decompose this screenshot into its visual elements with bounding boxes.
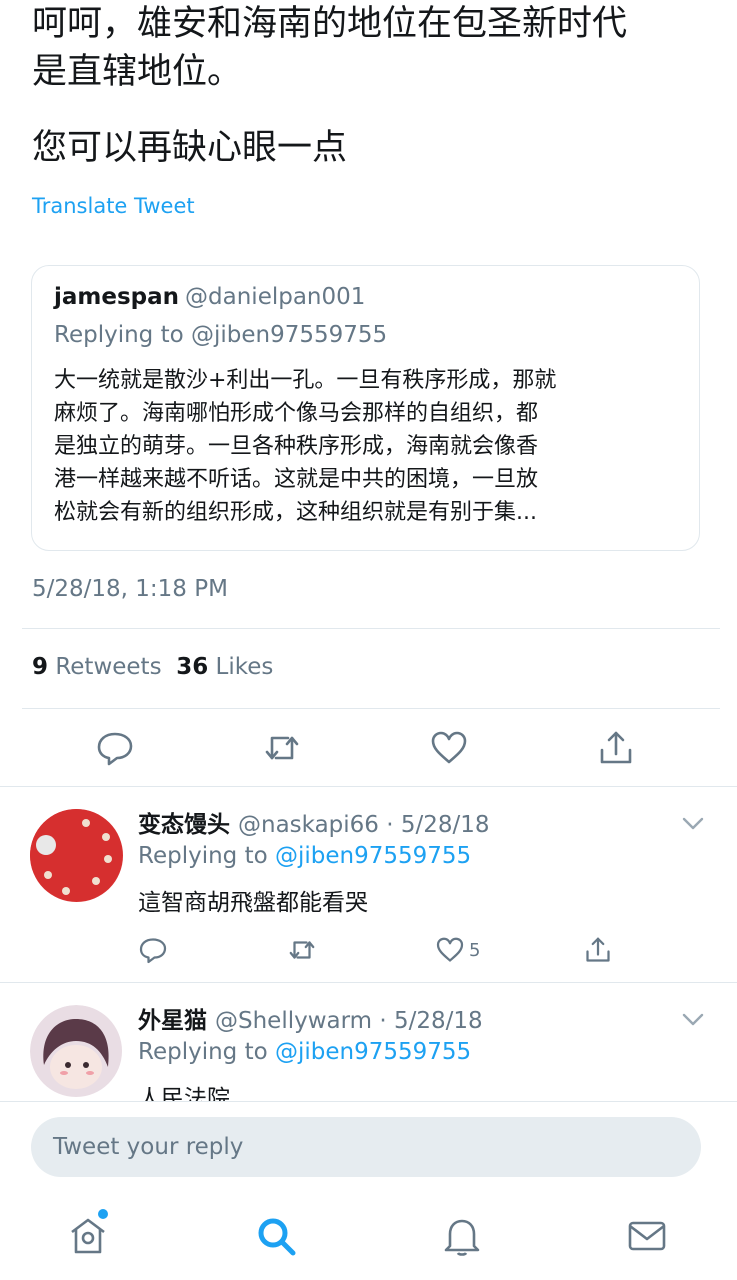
quoted-author-handle: @danielpan001 (185, 284, 366, 310)
notification-dot (98, 1209, 108, 1219)
translate-tweet-link[interactable]: Translate Tweet (32, 194, 195, 218)
quoted-body-line: 麻烦了。海南哪怕形成个像马会那样的自组织，都 (54, 401, 539, 426)
divider (22, 708, 720, 709)
bell-icon[interactable] (440, 1214, 484, 1258)
likes-count[interactable]: 36 (176, 654, 208, 680)
reply-replying-to: Replying to @jiben97559755 (138, 1039, 471, 1065)
reply-author-name[interactable]: 外星猫 (138, 1008, 207, 1034)
retweets-count[interactable]: 9 (32, 654, 48, 680)
reply-text: 這智商胡飛盤都能看哭 (138, 890, 368, 916)
avatar[interactable] (30, 809, 123, 902)
quoted-body-line: 是独立的萌芽。一旦各种秩序形成，海南就会像香 (54, 434, 539, 459)
reply-author-handle: @Shellywarm · 5/28/18 (215, 1008, 483, 1034)
reply-text: 人民法院 (138, 1086, 230, 1101)
reply-icon[interactable] (95, 728, 135, 768)
tweet-timestamp: 5/28/18, 1:18 PM (32, 576, 228, 602)
tweet-text-line: 呵呵，雄安和海南的地位在包圣新时代 (32, 4, 628, 44)
retweet-icon[interactable] (262, 728, 302, 768)
mail-icon[interactable] (625, 1214, 669, 1258)
quoted-replying-to: Replying to @jiben97559755 (54, 322, 388, 348)
home-icon[interactable] (66, 1214, 110, 1258)
replying-to-prefix: Replying to (138, 1039, 275, 1065)
divider (0, 1101, 737, 1102)
search-icon[interactable] (254, 1214, 298, 1258)
quoted-tweet-card[interactable]: jamespan @danielpan001 Replying to @jiben… (31, 265, 700, 551)
like-count: 5 (469, 940, 481, 961)
reply-tweet[interactable]: 外星猫 @Shellywarm · 5/28/18 Replying to @ji… (0, 983, 737, 1101)
divider (22, 628, 720, 629)
chevron-down-icon[interactable] (680, 1006, 706, 1032)
tweet-text-line: 您可以再缺心眼一点 (32, 128, 348, 168)
quoted-author-name: jamespan (54, 284, 180, 310)
quoted-tweet-body: 大一统就是散沙+利出一孔。一旦有秩序形成，那就 麻烦了。海南哪怕形成个像马会那样… (54, 364, 684, 529)
replying-to-handle[interactable]: @jiben97559755 (275, 843, 471, 869)
heart-icon[interactable] (435, 935, 465, 965)
share-icon[interactable] (596, 728, 636, 768)
reply-tweet[interactable]: 变态馒头 @naskapi66 · 5/28/18 Replying to @ji… (0, 787, 737, 982)
reply-author-handle: @naskapi66 · 5/28/18 (238, 812, 490, 838)
tweet-text-line: 是直辖地位。 (32, 52, 243, 92)
replying-to-handle[interactable]: @jiben97559755 (275, 1039, 471, 1065)
reply-icon[interactable] (138, 935, 168, 965)
share-icon[interactable] (583, 935, 613, 965)
likes-label[interactable]: Likes (216, 654, 274, 680)
reply-replying-to: Replying to @jiben97559755 (138, 843, 471, 869)
tweet-text: 呵呵，雄安和海南的地位在包圣新时代 是直辖地位。 (32, 0, 722, 96)
retweets-label[interactable]: Retweets (55, 654, 161, 680)
reply-author: 变态馒头 @naskapi66 · 5/28/18 (138, 805, 490, 839)
quoted-body-line: 大一统就是散沙+利出一孔。一旦有秩序形成，那就 (54, 368, 557, 393)
replying-to-prefix: Replying to (138, 843, 275, 869)
reply-author: 外星猫 @Shellywarm · 5/28/18 (138, 1001, 483, 1035)
avatar[interactable] (30, 1005, 123, 1098)
quoted-body-line: 松就会有新的组织形成，这种组织就是有别于集... (54, 500, 537, 525)
quoted-author: jamespan @danielpan001 (54, 284, 365, 310)
retweet-icon[interactable] (287, 935, 317, 965)
heart-icon[interactable] (429, 728, 469, 768)
tweet-stats: 9 Retweets 36 Likes (32, 654, 273, 680)
reply-author-name[interactable]: 变态馒头 (138, 812, 230, 838)
tweet-reply-input[interactable]: Tweet your reply (31, 1117, 701, 1177)
chevron-down-icon[interactable] (680, 810, 706, 836)
quoted-body-line: 港一样越来越不听话。这就是中共的困境，一旦放 (54, 467, 539, 492)
